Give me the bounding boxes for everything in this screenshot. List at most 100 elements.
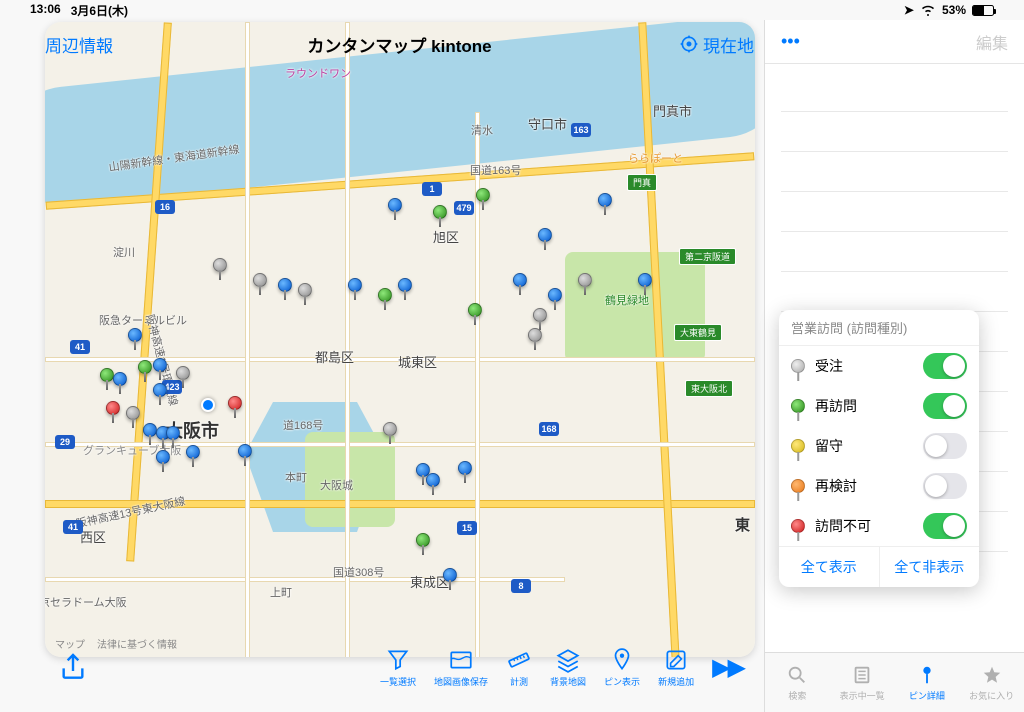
popup-item-label: 留守 <box>815 436 913 456</box>
funnel-icon <box>385 647 411 673</box>
show-all-button[interactable]: 全て表示 <box>779 547 880 587</box>
pin-color-icon <box>791 519 805 533</box>
toolbar-map-img-button[interactable]: 地図画像保存 <box>434 647 488 688</box>
map-pin[interactable] <box>538 228 552 242</box>
popup-item-label: 受注 <box>815 356 913 376</box>
share-button[interactable] <box>57 651 89 683</box>
popup-row: 再訪問 <box>779 386 979 426</box>
pin-color-icon <box>791 399 805 413</box>
map-pin[interactable] <box>153 358 167 372</box>
toggle-switch[interactable] <box>923 473 967 499</box>
map-pin[interactable] <box>126 406 140 420</box>
map-view[interactable]: 大阪市 旭区 城東区 都島区 東成区 西区 守口市 門真市 ららぽーと 鶴見緑地… <box>45 22 755 657</box>
toggle-switch[interactable] <box>923 513 967 539</box>
edit-icon <box>663 647 689 673</box>
map-pin[interactable] <box>383 422 397 436</box>
toolbar-pin-button[interactable]: ピン表示 <box>604 647 640 688</box>
battery-percent: 53% <box>942 3 966 17</box>
map-pin[interactable] <box>253 273 267 287</box>
side-tab-pin[interactable]: ピン詳細 <box>895 653 960 712</box>
popup-row: 受注 <box>779 346 979 386</box>
layers-icon <box>555 647 581 673</box>
map-pin[interactable] <box>186 445 200 459</box>
map-pin[interactable] <box>213 258 227 272</box>
top-bar: 周辺情報 カンタンマップ kintone 現在地 <box>45 22 754 66</box>
side-more-button[interactable]: ••• <box>781 31 800 52</box>
current-location-button[interactable]: 現在地 <box>679 32 754 57</box>
map-pin[interactable] <box>528 328 542 342</box>
star-icon <box>981 664 1003 686</box>
toggle-switch[interactable] <box>923 433 967 459</box>
map-pin[interactable] <box>153 383 167 397</box>
map-pin[interactable] <box>106 401 120 415</box>
bottom-toolbar: 一覧選択地図画像保存計測背景地図ピン表示新規追加 ▶▶ <box>45 637 755 697</box>
map-pin[interactable] <box>100 368 114 382</box>
side-tab-bar: 検索表示中一覧ピン詳細お気に入り <box>765 652 1024 712</box>
map-pin[interactable] <box>513 273 527 287</box>
map-pin[interactable] <box>598 193 612 207</box>
toggle-switch[interactable] <box>923 353 967 379</box>
map-pin[interactable] <box>476 188 490 202</box>
map-pin[interactable] <box>166 426 180 440</box>
map-pin[interactable] <box>298 283 312 297</box>
popup-row: 留守 <box>779 426 979 466</box>
map-pin[interactable] <box>128 328 142 342</box>
side-tab-list[interactable]: 表示中一覧 <box>830 653 895 712</box>
map-pin[interactable] <box>468 303 482 317</box>
search-icon <box>786 664 808 686</box>
ruler-icon <box>506 647 532 673</box>
map-pin[interactable] <box>416 533 430 547</box>
pin-icon <box>609 647 635 673</box>
wifi-icon <box>920 4 936 16</box>
nearby-info-button[interactable]: 周辺情報 <box>45 32 113 57</box>
toolbar-funnel-button[interactable]: 一覧選択 <box>380 647 416 688</box>
map-pin[interactable] <box>113 372 127 386</box>
side-tab-star[interactable]: お気に入り <box>959 653 1024 712</box>
side-edit-button[interactable]: 編集 <box>976 30 1008 54</box>
map-pin[interactable] <box>138 360 152 374</box>
pin-filter-popup: 営業訪問 (訪問種別) 受注 再訪問 留守 再検討 訪問不可 全て表示 全て非表… <box>779 310 979 587</box>
location-arrow-icon: ➤ <box>904 3 914 17</box>
map-img-icon <box>448 647 474 673</box>
user-location-dot <box>201 398 215 412</box>
map-pin[interactable] <box>638 273 652 287</box>
popup-row: 再検討 <box>779 466 979 506</box>
map-pin[interactable] <box>443 568 457 582</box>
map-pin[interactable] <box>398 278 412 292</box>
status-date: 3月6日(木) <box>71 2 128 19</box>
status-bar: 13:06 3月6日(木) ➤ 53% <box>0 0 1024 20</box>
map-pin[interactable] <box>156 450 170 464</box>
map-pin[interactable] <box>228 396 242 410</box>
map-pin[interactable] <box>378 288 392 302</box>
hide-all-button[interactable]: 全て非表示 <box>880 547 980 587</box>
pin-color-icon <box>791 359 805 373</box>
toolbar-ruler-button[interactable]: 計測 <box>506 647 532 688</box>
popup-row: 訪問不可 <box>779 506 979 546</box>
pin-icon <box>916 664 938 686</box>
map-pin[interactable] <box>548 288 562 302</box>
map-pin[interactable] <box>278 278 292 292</box>
side-tab-search[interactable]: 検索 <box>765 653 830 712</box>
map-pin[interactable] <box>143 423 157 437</box>
toggle-switch[interactable] <box>923 393 967 419</box>
pin-color-icon <box>791 439 805 453</box>
battery-icon <box>972 5 994 16</box>
map-pin[interactable] <box>578 273 592 287</box>
popup-item-label: 再訪問 <box>815 396 913 416</box>
popup-title: 営業訪問 (訪問種別) <box>779 310 979 346</box>
toolbar-more-button[interactable]: ▶▶ <box>712 653 743 682</box>
map-pin[interactable] <box>348 278 362 292</box>
popup-item-label: 訪問不可 <box>815 516 913 536</box>
map-pin[interactable] <box>458 461 472 475</box>
map-pin[interactable] <box>433 205 447 219</box>
list-icon <box>851 664 873 686</box>
map-pin[interactable] <box>238 444 252 458</box>
toolbar-layers-button[interactable]: 背景地図 <box>550 647 586 688</box>
popup-item-label: 再検討 <box>815 476 913 496</box>
map-pin[interactable] <box>176 366 190 380</box>
app-title: カンタンマップ kintone <box>307 32 491 57</box>
map-pin[interactable] <box>426 473 440 487</box>
toolbar-edit-button[interactable]: 新規追加 <box>658 647 694 688</box>
map-pin[interactable] <box>388 198 402 212</box>
map-pin[interactable] <box>533 308 547 322</box>
